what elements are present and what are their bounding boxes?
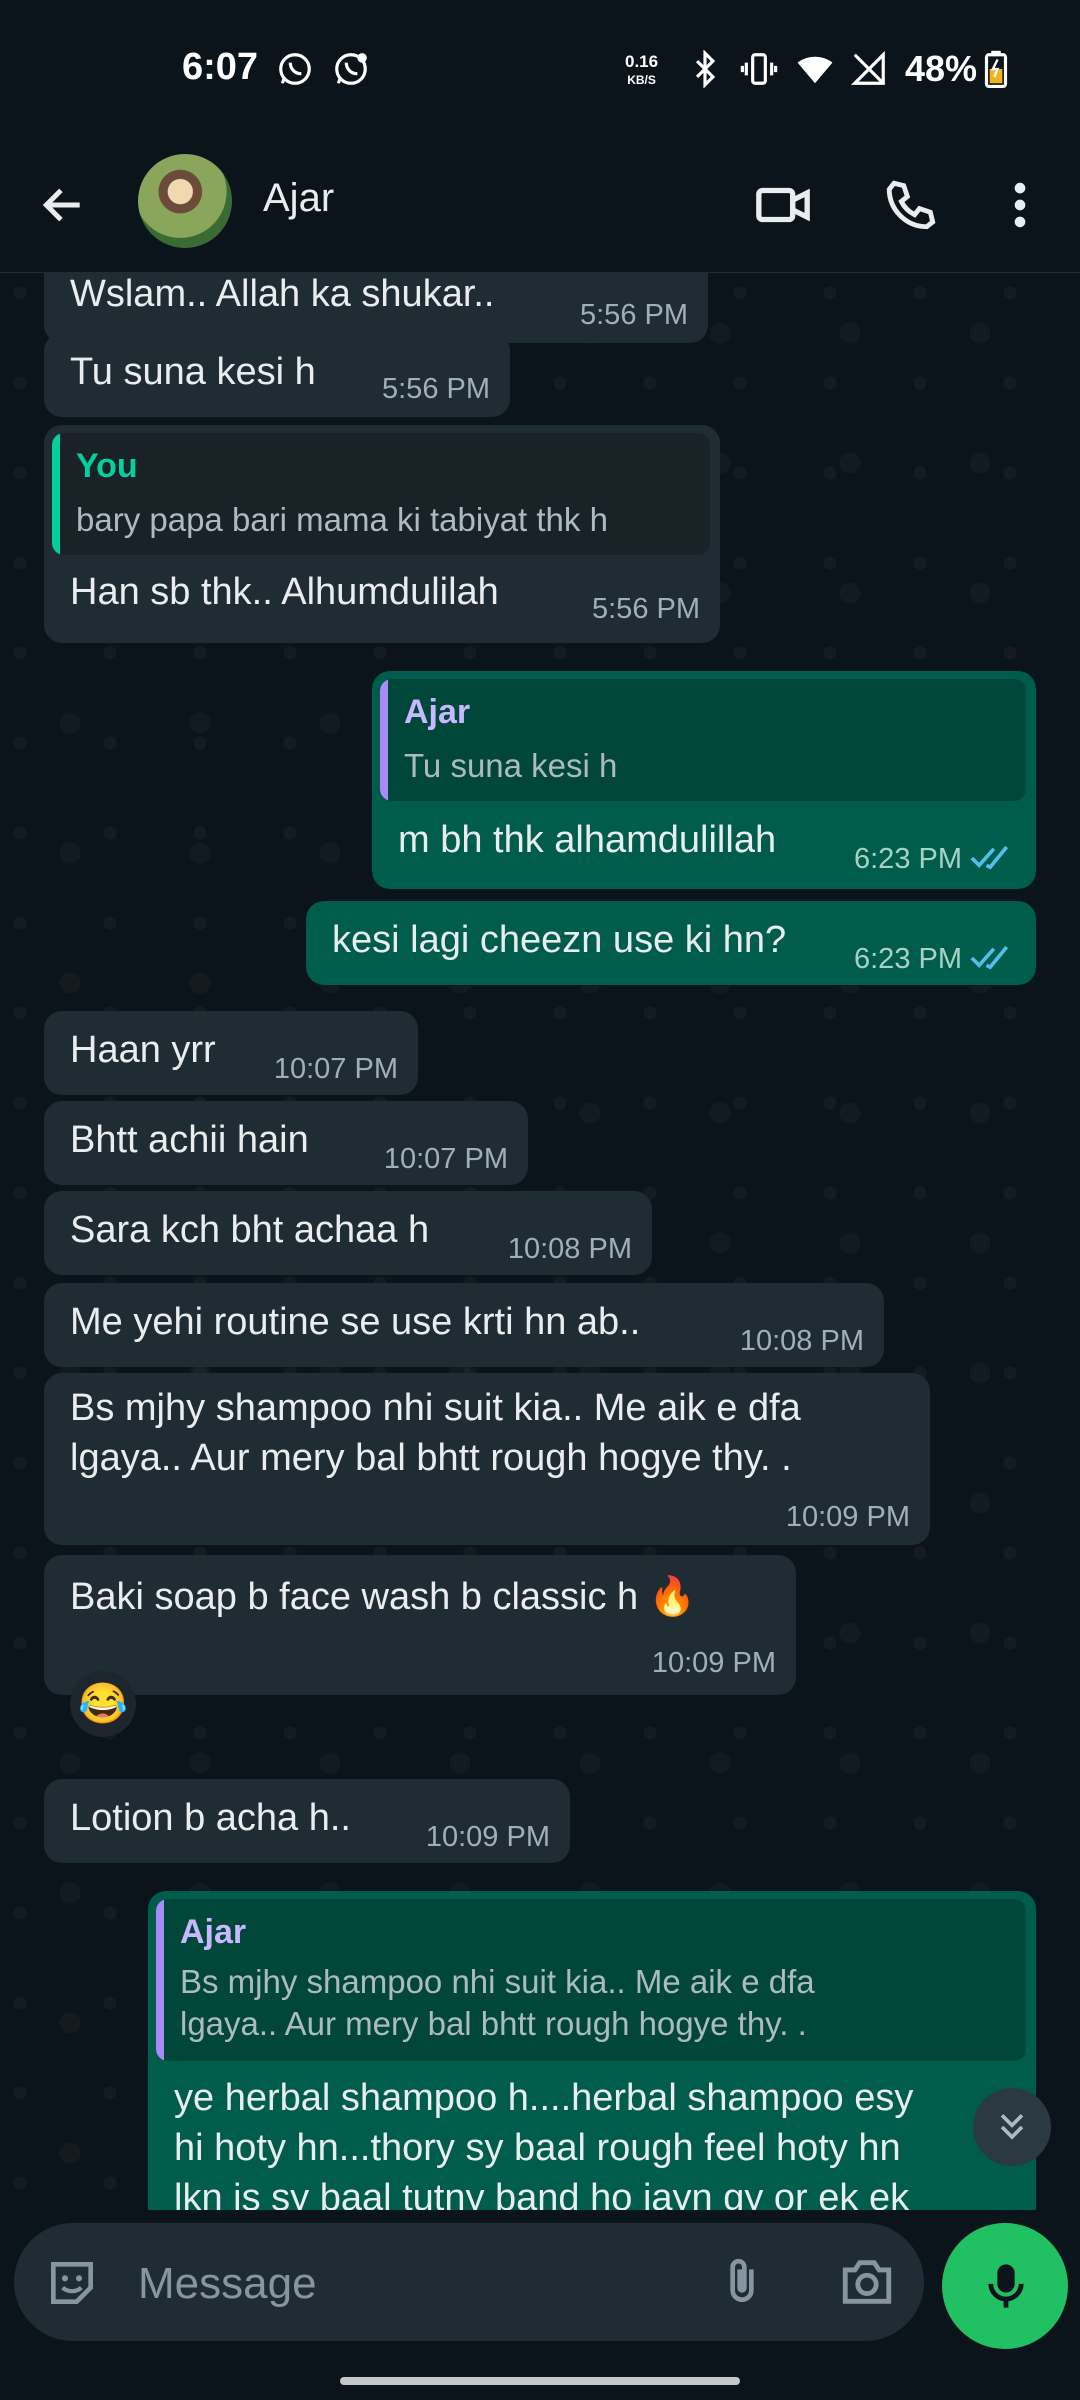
message-bubble[interactable]: Baki soap b face wash b classic h 🔥 10:0… — [44, 1555, 796, 1695]
message-bubble[interactable]: Ajar Tu suna kesi h m bh thk alhamdulill… — [372, 671, 1036, 889]
message-time: 10:09 PM — [785, 1501, 910, 1533]
message-time: 10:09 PM — [651, 1647, 776, 1679]
message-text: Haan yrr — [70, 1029, 216, 1071]
read-ticks-icon — [970, 845, 1009, 870]
message-time: 6:23 PM — [854, 943, 962, 975]
message-bubble[interactable]: Bhtt achii hain 10:07 PM — [44, 1101, 528, 1185]
message-text-line: hi hoty hn...thory sy baal rough feel ho… — [174, 2127, 901, 2169]
message-text: Wslam.. Allah ka shukar.. — [70, 273, 495, 315]
contact-name[interactable]: Ajar — [263, 176, 334, 221]
chat-header: Ajar — [0, 140, 1080, 273]
mic-button[interactable] — [942, 2223, 1068, 2349]
vibrate-icon — [740, 53, 778, 85]
quote-bar — [156, 1899, 164, 2061]
read-ticks-icon — [970, 945, 1009, 970]
message-time: 10:08 PM — [507, 1233, 632, 1265]
quoted-message[interactable]: Ajar Bs mjhy shampoo nhi suit kia.. Me a… — [156, 1899, 1026, 2061]
message-bubble[interactable]: You bary papa bari mama ki tabiyat thk h… — [44, 425, 720, 643]
whatsapp-icon — [279, 53, 311, 85]
message-time: 5:56 PM — [592, 593, 700, 625]
message-time: 10:08 PM — [739, 1325, 864, 1357]
bluetooth-icon — [695, 50, 716, 88]
quote-text: Tu suna kesi h — [404, 747, 618, 784]
battery-percent: 48% — [905, 48, 978, 89]
quote-bar — [52, 433, 60, 555]
message-text: m bh thk alhamdulillah — [398, 819, 777, 861]
quote-bar — [380, 679, 388, 801]
message-text: Sara kch bht achaa h — [70, 1209, 430, 1251]
message-bubble[interactable]: Lotion b acha h.. 10:09 PM — [44, 1779, 570, 1863]
message-composer[interactable]: Message — [14, 2223, 924, 2341]
message-bubble[interactable]: Sara kch bht achaa h 10:08 PM — [44, 1191, 652, 1275]
sticker-icon[interactable] — [44, 2255, 100, 2311]
scroll-to-bottom-button[interactable] — [973, 2088, 1051, 2166]
message-time: 6:23 PM — [854, 843, 962, 875]
more-options-icon[interactable] — [1000, 176, 1040, 234]
attach-icon[interactable] — [714, 2253, 770, 2309]
message-input[interactable]: Message — [138, 2259, 317, 2309]
message-time: 10:09 PM — [425, 1821, 550, 1853]
message-text: Tu suna kesi h — [70, 351, 316, 393]
quote-text-line: Bs mjhy shampoo nhi suit kia.. Me aik e … — [180, 1963, 815, 2000]
video-call-icon[interactable] — [754, 176, 812, 234]
message-time: 10:07 PM — [273, 1053, 398, 1085]
reaction-badge[interactable]: 😂 — [70, 1671, 136, 1737]
message-time: 5:56 PM — [382, 373, 490, 405]
message-time: 10:07 PM — [383, 1143, 508, 1175]
message-text: Bhtt achii hain — [70, 1119, 309, 1161]
message-bubble[interactable]: kesi lagi cheezn use ki hn? 6:23 PM — [306, 901, 1036, 985]
network-speed-value: 0.16 — [625, 52, 659, 71]
status-bar: 6:07 0.16 KB/S 48% — [0, 0, 1080, 140]
message-bubble[interactable]: Bs mjhy shampoo nhi suit kia.. Me aik e … — [44, 1373, 930, 1545]
no-signal-icon — [850, 50, 885, 85]
message-bubble[interactable]: Tu suna kesi h 5:56 PM — [44, 333, 510, 417]
quote-author: You — [76, 447, 138, 485]
message-text-line: Bs mjhy shampoo nhi suit kia.. Me aik e … — [70, 1387, 801, 1429]
voice-call-icon[interactable] — [882, 176, 940, 234]
message-text: Me yehi routine se use krti hn ab.. — [70, 1301, 641, 1343]
status-time: 6:07 — [182, 46, 259, 88]
quote-author: Ajar — [180, 1913, 247, 1951]
mic-icon — [988, 2264, 1024, 2308]
chat-area[interactable]: Wslam.. Allah ka shukar.. 5:56 PM Tu sun… — [0, 273, 1080, 2210]
wifi-icon — [797, 56, 833, 84]
quote-author: Ajar — [404, 693, 471, 731]
message-text: Baki soap b face wash b classic h 🔥 — [70, 1576, 697, 1618]
message-text-line: lkn is sy baal tutny band ho jayn gy or … — [174, 2177, 910, 2210]
network-speed-unit: KB/S — [627, 73, 656, 87]
message-time: 5:56 PM — [580, 299, 688, 331]
message-bubble[interactable]: Ajar Bs mjhy shampoo nhi suit kia.. Me a… — [148, 1891, 1036, 2210]
home-indicator[interactable] — [340, 2377, 740, 2385]
system-nav-bar — [0, 2350, 1080, 2400]
whatsapp-business-icon — [335, 53, 367, 85]
quoted-message[interactable]: You bary papa bari mama ki tabiyat thk h — [52, 433, 710, 555]
message-text-line: ye herbal shampoo h....herbal shampoo es… — [174, 2077, 914, 2119]
scroll-down-icon — [1000, 2114, 1024, 2140]
message-text: Han sb thk.. Alhumdulilah — [70, 571, 499, 613]
quote-text: bary papa bari mama ki tabiyat thk h — [76, 501, 608, 538]
battery-charging-icon — [984, 50, 1008, 88]
message-bubble[interactable]: Haan yrr 10:07 PM — [44, 1011, 418, 1095]
message-text-line: lgaya.. Aur mery bal bhtt rough hogye th… — [70, 1437, 792, 1479]
camera-icon[interactable] — [838, 2253, 896, 2311]
quoted-message[interactable]: Ajar Tu suna kesi h — [380, 679, 1026, 801]
message-text: kesi lagi cheezn use ki hn? — [332, 919, 787, 961]
back-arrow-icon[interactable] — [38, 180, 88, 230]
quote-text-line: lgaya.. Aur mery bal bhtt rough hogye th… — [180, 2005, 807, 2042]
message-bubble[interactable]: Me yehi routine se use krti hn ab.. 10:0… — [44, 1283, 884, 1367]
avatar[interactable] — [138, 154, 232, 248]
message-text: Lotion b acha h.. — [70, 1797, 351, 1839]
network-speed: 0.16 KB/S — [625, 53, 658, 89]
